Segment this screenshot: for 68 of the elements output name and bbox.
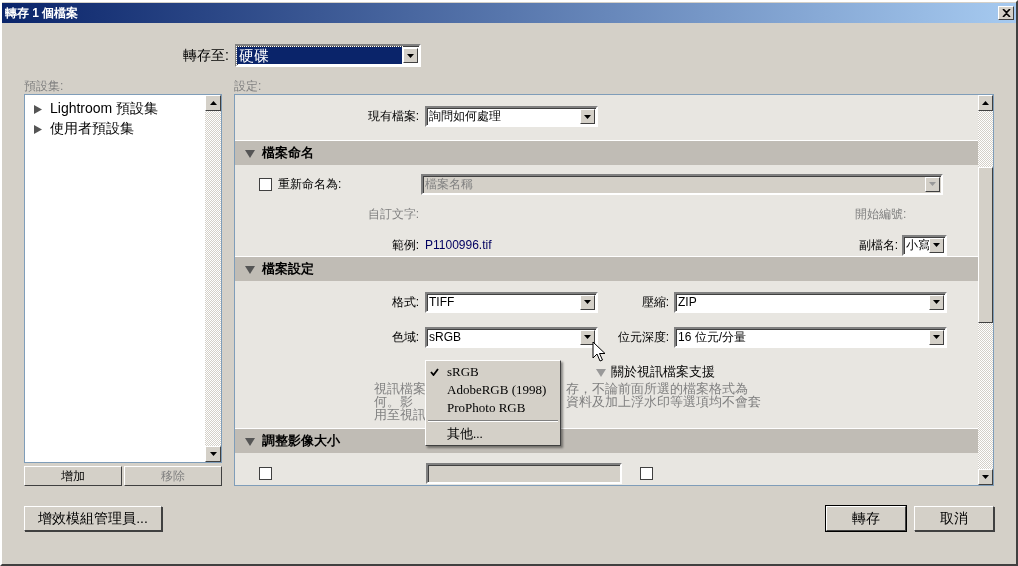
caret-icon	[929, 182, 936, 186]
scroll-thumb[interactable]	[978, 167, 993, 323]
caret-icon	[933, 243, 940, 247]
note-text: 資料及加上浮水印等選項均不會套	[566, 395, 761, 408]
menu-item[interactable]: AdobeRGB (1998)	[426, 381, 560, 399]
section-title: 檔案設定	[262, 260, 314, 278]
caret-icon	[584, 300, 591, 304]
preset-button[interactable]: 增加	[24, 466, 122, 486]
checkbox-label: 重新命名為:	[277, 175, 343, 193]
field-label: 位元深度:	[616, 328, 670, 346]
export-button[interactable]: 轉存	[826, 506, 906, 531]
scroll-down-button[interactable]	[205, 446, 221, 462]
menu-item[interactable]: sRGB	[426, 363, 560, 381]
compression-dropdown[interactable]: ZIP	[674, 291, 947, 313]
video-support-toggle[interactable]: 關於視訊檔案支援	[596, 363, 715, 381]
section-title: 調整影像大小	[262, 432, 340, 450]
bit-depth-dropdown[interactable]: 16 位元/分量	[674, 326, 947, 348]
extension-dropdown[interactable]: 小寫	[902, 234, 947, 256]
field-label: 壓縮:	[640, 293, 670, 311]
field-label: 範例:	[390, 236, 420, 254]
existing-files-dropdown[interactable]: 詢問如何處理	[425, 106, 598, 127]
caret-icon	[933, 300, 940, 304]
note-text: 用至視訊	[374, 408, 427, 421]
plugin-manager-button[interactable]: 增效模組管理員...	[24, 506, 162, 531]
close-icon	[1001, 9, 1011, 17]
preset-folder[interactable]: 使用者預設集	[34, 119, 205, 139]
field-label: 自訂文字:	[366, 205, 420, 223]
preset-folder-label: Lightroom 預設集	[50, 100, 159, 118]
export-to-label: 轉存至:	[182, 46, 230, 65]
note-text: 視訊檔案	[374, 382, 427, 395]
preset-folder[interactable]: Lightroom 預設集	[34, 99, 205, 119]
close-button[interactable]	[998, 6, 1014, 20]
field-label: 格式:	[390, 293, 420, 311]
caret-icon	[584, 114, 591, 119]
scroll-down-button[interactable]	[978, 469, 993, 485]
up-arrow-icon	[209, 101, 217, 105]
menu-item[interactable]: 其他...	[426, 425, 560, 443]
caret-icon	[933, 335, 940, 339]
up-arrow-icon	[982, 101, 989, 105]
settings-label: 設定:	[234, 78, 263, 94]
resize-dropdown[interactable]	[426, 462, 622, 484]
scroll-up-button[interactable]	[205, 95, 221, 111]
dont-enlarge-checkbox[interactable]	[640, 466, 653, 480]
down-arrow-icon	[209, 452, 217, 456]
field-label: 現有檔案:	[366, 108, 420, 125]
field-label: 副檔名:	[858, 236, 899, 254]
note-text: 存，不論前面所選的檔案格式為	[566, 382, 748, 395]
down-arrow-icon	[982, 475, 989, 479]
caret-icon	[407, 53, 414, 58]
section-title: 檔案命名	[262, 144, 314, 162]
scroll-up-button[interactable]	[978, 95, 993, 111]
resize-checkbox[interactable]	[259, 466, 272, 480]
field-label: 開始編號:	[855, 205, 908, 223]
mouse-cursor-icon	[592, 341, 606, 363]
section-header[interactable]: 檔案設定	[235, 256, 978, 281]
format-dropdown[interactable]: TIFF	[425, 291, 598, 313]
presets-label: 預設集:	[24, 78, 65, 94]
note-text: 何。影	[374, 395, 414, 408]
cancel-button[interactable]: 取消	[914, 506, 994, 531]
preset-folder-label: 使用者預設集	[50, 120, 134, 138]
menu-item[interactable]: ProPhoto RGB	[426, 399, 560, 417]
example-filename: P1100996.tif	[425, 238, 492, 252]
field-label: 色域:	[390, 328, 420, 346]
window-title: 轉存 1 個檔案	[5, 4, 80, 22]
color-space-dropdown[interactable]: sRGB	[425, 326, 598, 348]
caret-icon	[584, 335, 591, 339]
section-header[interactable]: 檔案命名	[235, 140, 978, 165]
export-to-dropdown[interactable]: 硬碟	[235, 44, 421, 67]
